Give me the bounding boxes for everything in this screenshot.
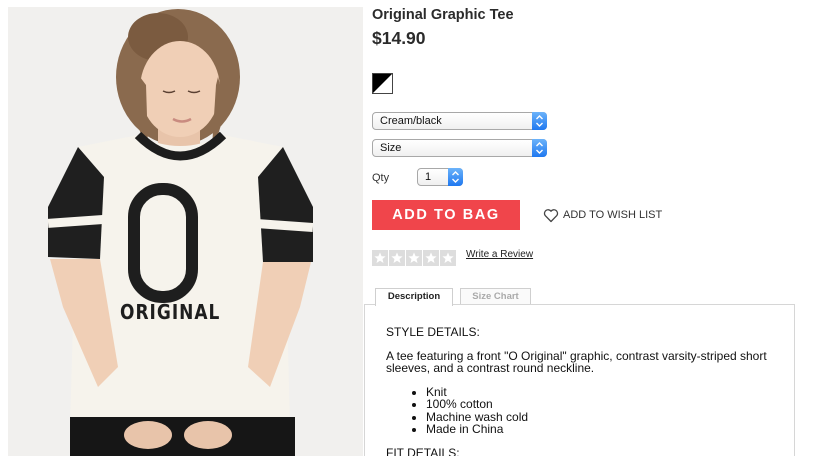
star-icon xyxy=(372,250,388,266)
wishlist-label: ADD TO WISH LIST xyxy=(563,209,663,221)
add-to-bag-button[interactable]: ADD TO BAG xyxy=(372,200,520,230)
write-review-link[interactable]: Write a Review xyxy=(466,249,533,260)
size-select[interactable]: Size xyxy=(372,139,547,157)
description-panel: STYLE DETAILS: A tee featuring a front "… xyxy=(364,304,795,456)
tee-graphic-letter: O xyxy=(128,183,198,303)
detail-list: Knit 100% cotton Machine wash cold Made … xyxy=(426,385,786,436)
select-arrows-icon xyxy=(532,139,547,157)
star-icon xyxy=(406,250,422,266)
color-swatch[interactable] xyxy=(372,73,393,94)
description-text: A tee featuring a front "O Original" gra… xyxy=(386,348,767,375)
list-item: Made in China xyxy=(426,423,786,436)
star-icon xyxy=(440,250,456,266)
qty-label: Qty xyxy=(372,172,390,184)
style-details-heading: STYLE DETAILS: xyxy=(386,325,480,339)
tab-size-chart[interactable]: Size Chart xyxy=(460,288,531,305)
qty-select-value: 1 xyxy=(425,171,432,183)
product-image[interactable]: O ORIGINAL xyxy=(8,7,363,456)
rating-stars xyxy=(372,250,457,266)
tee-graphic-text: ORIGINAL xyxy=(120,301,221,325)
size-select-value: Size xyxy=(380,142,402,154)
star-icon xyxy=(389,250,405,266)
fit-details-heading: FIT DETAILS: xyxy=(386,445,460,456)
qty-select[interactable]: 1 xyxy=(417,168,463,186)
product-title: Original Graphic Tee xyxy=(372,7,514,23)
tab-description[interactable]: Description xyxy=(375,288,453,306)
product-price: $14.90 xyxy=(372,28,426,48)
color-select[interactable]: Cream/black xyxy=(372,112,547,130)
heart-icon xyxy=(543,208,559,222)
select-arrows-icon xyxy=(532,112,547,130)
star-icon xyxy=(423,250,439,266)
color-select-value: Cream/black xyxy=(380,115,442,127)
add-to-wishlist-button[interactable]: ADD TO WISH LIST xyxy=(543,207,662,223)
list-item: 100% cotton xyxy=(426,398,786,411)
select-arrows-icon xyxy=(448,168,463,186)
